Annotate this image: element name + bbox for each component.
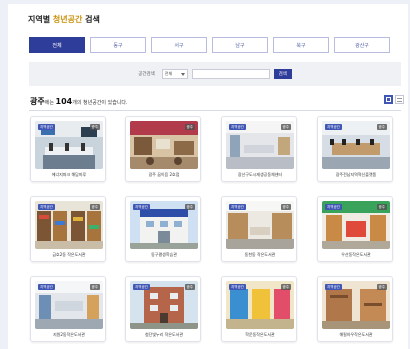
result-prefix: 에는 — [44, 100, 54, 106]
title-suffix: 검색 — [85, 15, 100, 24]
result-summary: 광주에는 104개의 청년공간이 있습니다. — [30, 96, 128, 107]
space-name: 첨단빛누리 작은도서관 — [144, 332, 184, 337]
badge-type: 지역공간 — [133, 204, 150, 210]
tab-bukgu[interactable]: 북구 — [273, 37, 329, 53]
badge-region: 광주 — [376, 204, 387, 210]
grid-view-icon — [386, 97, 391, 102]
space-card[interactable]: 지역공간 광주 지원2동작은도서관 — [30, 276, 106, 342]
title-prefix: 지역별 — [28, 15, 51, 24]
grid-view-button[interactable] — [384, 95, 393, 104]
list-view-button[interactable] — [395, 95, 404, 104]
result-region: 광주 — [30, 97, 45, 106]
space-card[interactable]: 지역공간 광주 동천동 작은도서관 — [221, 196, 297, 262]
badge-type: 지역공간 — [229, 284, 246, 290]
space-name: 해필하우작은도서관 — [339, 332, 373, 337]
badge-region: 광주 — [184, 124, 195, 130]
tab-gwangsangu[interactable]: 광산구 — [334, 37, 390, 53]
space-card[interactable]: 광주 광주 꿈이음 2호점 — [125, 116, 201, 182]
badge-type: 지역공간 — [133, 284, 150, 290]
space-photo: 지역공간 광주 — [226, 121, 294, 169]
space-name: 학운동작은도서관 — [245, 332, 275, 337]
space-photo: 지역공간 광주 — [322, 281, 390, 329]
badge-type: 지역공간 — [229, 204, 246, 210]
title-accent: 청년공간 — [52, 15, 83, 24]
region-tabs: 전체 동구 서구 남구 북구 광산구 — [29, 37, 390, 53]
space-card[interactable]: 지역공간 광주 학운동작은도서관 — [221, 276, 297, 342]
badge-region: 광주 — [280, 204, 291, 210]
space-photo: 광주 — [130, 121, 198, 169]
space-card[interactable]: 지역공간 광주 광주전남지역혁신플랫폼 — [317, 116, 393, 182]
search-input[interactable] — [191, 69, 270, 79]
space-photo: 지역공간 광주 — [322, 121, 390, 169]
badge-region: 광주 — [89, 204, 100, 210]
space-photo: 지역공간 광주 — [35, 121, 103, 169]
badge-region: 광주 — [280, 124, 291, 130]
tab-namgu[interactable]: 남구 — [212, 37, 268, 53]
tab-donggu[interactable]: 동구 — [90, 37, 146, 53]
badge-type: 지역공간 — [325, 204, 342, 210]
space-photo: 지역공간 광주 — [35, 201, 103, 249]
badge-type: 지역공간 — [38, 124, 55, 130]
select-value: 전체 — [164, 71, 173, 76]
space-photo: 지역공간 광주 — [226, 201, 294, 249]
search-button[interactable]: 검색 — [273, 69, 292, 79]
page-title: 지역별 청년공간 검색 — [28, 14, 100, 25]
tab-all[interactable]: 전체 — [29, 37, 85, 53]
badge-type: 지역공간 — [38, 204, 55, 210]
space-name: 지원2동작은도서관 — [53, 332, 85, 337]
badge-type: 지역공간 — [229, 124, 246, 130]
space-card[interactable]: 지역공간 광주 첨단빛누리 작은도서관 — [125, 276, 201, 342]
list-view-icon — [397, 97, 402, 102]
search-category-select[interactable]: 전체 — [161, 69, 188, 79]
space-photo: 지역공간 광주 — [130, 201, 198, 249]
space-name: 동구평생학습관 — [151, 252, 177, 257]
space-name: 광주전남지역혁신플랫폼 — [335, 172, 377, 177]
space-photo: 지역공간 광주 — [226, 281, 294, 329]
page: 지역별 청년공간 검색 전체 동구 서구 남구 북구 광산구 공간검색 전체 검… — [8, 4, 408, 349]
space-name: 광산구도시재생공동체센터 — [237, 172, 283, 177]
space-card[interactable]: 지역공간 광주 에너지파크 해담마루 — [30, 116, 106, 182]
search-label: 공간검색 — [138, 72, 155, 77]
badge-type: 지역공간 — [325, 284, 342, 290]
space-name: 광주 꿈이음 2호점 — [148, 172, 180, 177]
chevron-down-icon — [180, 72, 185, 76]
tab-seogu[interactable]: 서구 — [151, 37, 207, 53]
badge-type: 지역공간 — [38, 284, 55, 290]
space-photo: 지역공간 광주 — [35, 281, 103, 329]
divider — [29, 110, 401, 111]
badge-region: 광주 — [184, 204, 195, 210]
badge-region: 광주 — [376, 124, 387, 130]
space-name: 동천동 작은도서관 — [244, 252, 276, 257]
result-count: 104 — [55, 97, 73, 106]
space-name: 에너지파크 해담마루 — [51, 172, 87, 177]
space-name: 우산동작은도서관 — [341, 252, 371, 257]
view-toggle — [384, 95, 404, 104]
space-card[interactable]: 지역공간 광주 우산동작은도서관 — [317, 196, 393, 262]
space-card[interactable]: 지역공간 광주 해필하우작은도서관 — [317, 276, 393, 342]
badge-region: 광주 — [280, 284, 291, 290]
space-card[interactable]: 지역공간 광주 금호2동 작은도서관 — [30, 196, 106, 262]
space-card[interactable]: 지역공간 광주 광산구도시재생공동체센터 — [221, 116, 297, 182]
space-card[interactable]: 지역공간 광주 동구평생학습관 — [125, 196, 201, 262]
badge-type: 지역공간 — [325, 124, 342, 130]
badge-region: 광주 — [184, 284, 195, 290]
badge-region: 광주 — [376, 284, 387, 290]
search-bar: 공간검색 전체 검색 — [29, 62, 401, 86]
space-name: 금호2동 작은도서관 — [52, 252, 86, 257]
badge-region: 광주 — [89, 124, 100, 130]
result-suffix: 개의 청년공간이 있습니다. — [72, 100, 128, 106]
badge-region: 광주 — [89, 284, 100, 290]
space-photo: 지역공간 광주 — [322, 201, 390, 249]
space-photo: 지역공간 광주 — [130, 281, 198, 329]
